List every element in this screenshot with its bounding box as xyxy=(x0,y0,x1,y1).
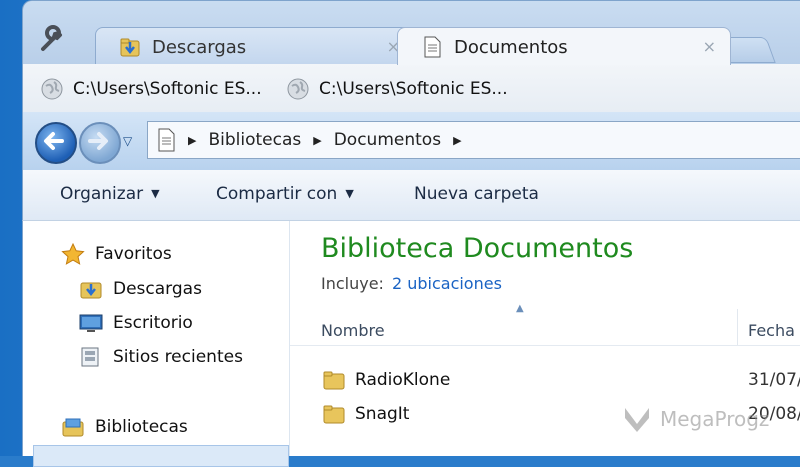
tab-descargas[interactable]: Descargas × xyxy=(95,27,415,65)
breadcrumb-bibliotecas[interactable]: Bibliotecas xyxy=(208,130,301,150)
nav-desktop[interactable]: Escritorio xyxy=(79,312,193,334)
breadcrumb: ▶ Bibliotecas ▶ Documentos ▶ xyxy=(188,130,462,150)
nav-libraries-label: Bibliotecas xyxy=(95,417,188,437)
address-bar[interactable]: ▶ Bibliotecas ▶ Documentos ▶ xyxy=(147,121,800,159)
folder-icon xyxy=(323,371,345,390)
nav-recent-label: Sitios recientes xyxy=(113,347,243,367)
close-icon[interactable]: × xyxy=(703,37,716,56)
nav-libraries[interactable]: Bibliotecas xyxy=(61,416,188,438)
bookmark-label: C:\Users\Softonic ES... xyxy=(73,79,262,99)
recent-places-icon xyxy=(81,347,99,367)
organize-button[interactable]: Organizar ▼ xyxy=(60,184,160,204)
document-icon xyxy=(158,128,175,152)
bookmark-label: C:\Users\Softonic ES... xyxy=(319,79,508,99)
sort-ascending-icon: ▲ xyxy=(516,303,524,314)
column-divider[interactable] xyxy=(737,309,738,345)
bookmarks-bar: C:\Users\Softonic ES... C:\Users\Softoni… xyxy=(22,64,800,113)
downloads-folder-icon xyxy=(120,38,140,57)
watermark: MegaProgz xyxy=(622,404,769,434)
navigation-pane: Favoritos Descargas Escritorio Sitios re… xyxy=(23,221,290,467)
selected-nav-item[interactable] xyxy=(33,445,289,467)
breadcrumb-documentos[interactable]: Documentos xyxy=(334,130,441,150)
folder-icon xyxy=(323,405,345,424)
includes-link[interactable]: 2 ubicaciones xyxy=(392,274,502,293)
recent-pages-dropdown[interactable]: ▽ xyxy=(123,134,132,148)
tab-label: Documentos xyxy=(454,37,568,58)
document-icon xyxy=(424,36,441,58)
file-name: SnagIt xyxy=(355,404,410,424)
includes-label: Incluye: xyxy=(321,274,384,293)
arrow-right-icon xyxy=(88,132,108,150)
column-date[interactable]: Fecha xyxy=(748,321,795,340)
file-date: 31/07/ xyxy=(748,370,800,390)
new-folder-label: Nueva carpeta xyxy=(414,184,539,204)
chevron-right-icon[interactable]: ▶ xyxy=(188,134,196,147)
command-bar: Organizar ▼ Compartir con ▼ Nueva carpeta xyxy=(22,170,800,221)
file-name: RadioKlone xyxy=(355,370,451,390)
globe-icon xyxy=(287,78,309,100)
megaprogz-logo-icon xyxy=(625,408,649,432)
arrow-left-icon xyxy=(44,132,64,150)
globe-icon xyxy=(41,78,63,100)
page-title: Biblioteca Documentos xyxy=(321,233,634,264)
chevron-right-icon[interactable]: ▶ xyxy=(453,134,461,147)
navigation-bar: ▽ ▶ Bibliotecas ▶ Documentos ▶ xyxy=(22,112,800,170)
star-icon xyxy=(61,243,85,265)
share-label: Compartir con xyxy=(216,184,338,204)
window-frame: Descargas × Documentos × C:\Users\Softon… xyxy=(0,0,800,467)
wrench-icon[interactable] xyxy=(37,25,67,55)
nav-recent[interactable]: Sitios recientes xyxy=(79,346,243,368)
forward-button[interactable] xyxy=(79,122,121,164)
desktop-icon xyxy=(79,314,103,332)
bookmark-item[interactable]: C:\Users\Softonic ES... xyxy=(287,77,508,101)
back-button[interactable] xyxy=(35,122,77,164)
library-includes: Incluye: 2 ubicaciones xyxy=(321,274,502,293)
nav-downloads[interactable]: Descargas xyxy=(79,278,202,300)
nav-favorites[interactable]: Favoritos xyxy=(61,243,172,265)
tab-label: Descargas xyxy=(152,37,247,58)
chevron-down-icon: ▼ xyxy=(151,187,160,200)
chevron-down-icon: ▼ xyxy=(345,187,354,200)
downloads-folder-icon xyxy=(80,282,102,299)
tab-strip: Descargas × Documentos × xyxy=(22,0,800,65)
bookmark-item[interactable]: C:\Users\Softonic ES... xyxy=(41,77,262,101)
tab-documentos[interactable]: Documentos × xyxy=(397,27,731,65)
nav-downloads-label: Descargas xyxy=(113,279,202,299)
new-folder-button[interactable]: Nueva carpeta xyxy=(414,184,539,204)
column-name[interactable]: Nombre xyxy=(321,321,385,340)
libraries-icon xyxy=(62,418,84,437)
share-button[interactable]: Compartir con ▼ xyxy=(216,184,354,204)
chevron-right-icon[interactable]: ▶ xyxy=(313,134,321,147)
nav-favorites-label: Favoritos xyxy=(95,244,172,264)
watermark-text: MegaProgz xyxy=(660,407,770,431)
nav-desktop-label: Escritorio xyxy=(113,313,193,333)
column-header: ▲ Nombre Fecha xyxy=(290,303,800,346)
list-item[interactable]: RadioKlone 31/07/ xyxy=(290,366,800,396)
organize-label: Organizar xyxy=(60,184,144,204)
